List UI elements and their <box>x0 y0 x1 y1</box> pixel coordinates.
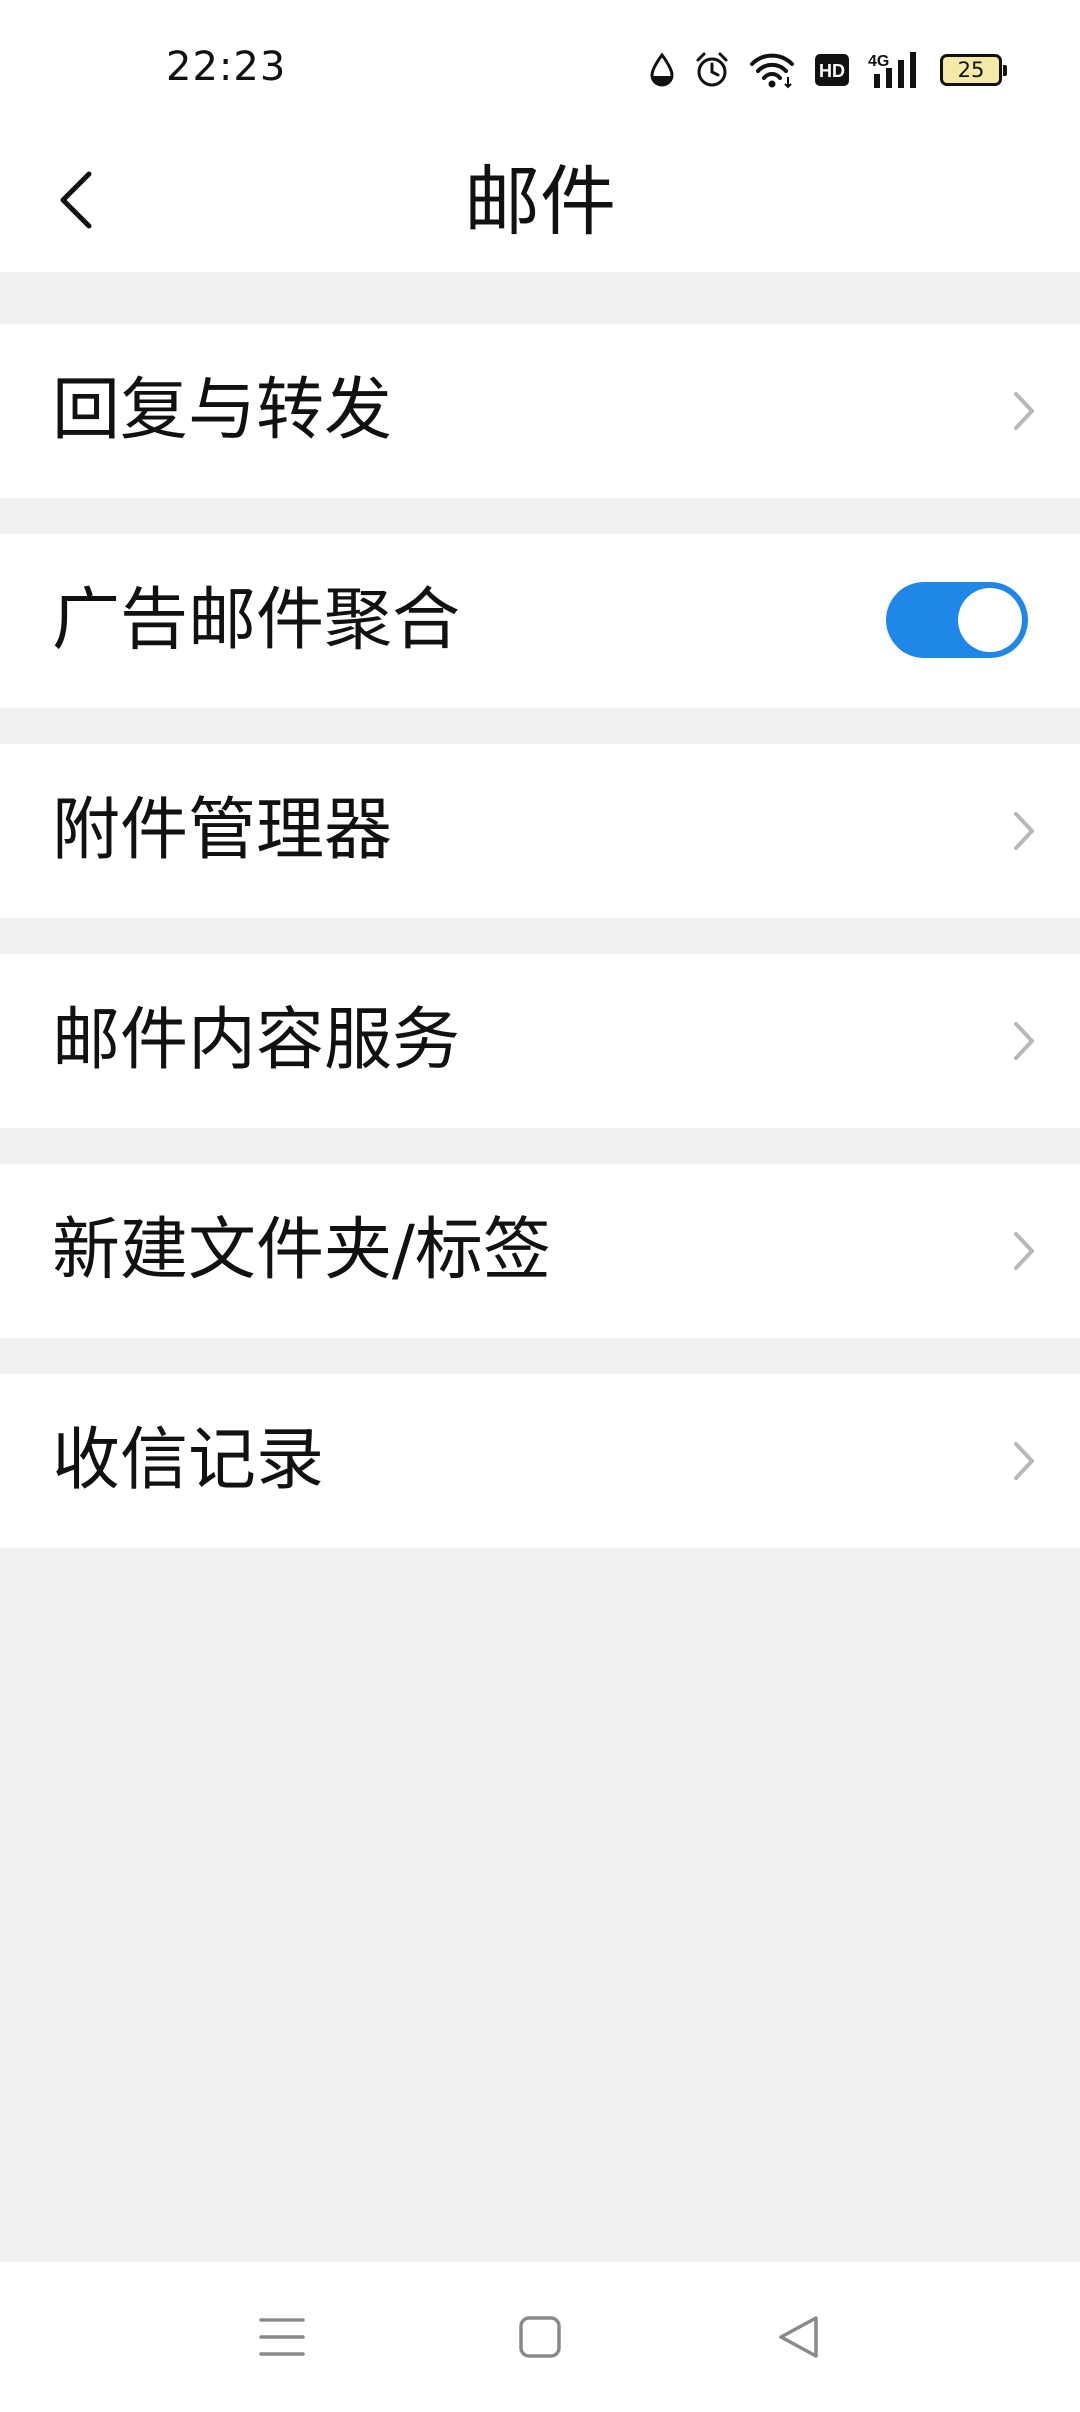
page-title: 邮件 <box>464 157 616 246</box>
setting-receive-log[interactable]: 收信记录 <box>0 1374 1080 1548</box>
header: 邮件 <box>0 130 1080 272</box>
setting-label: 附件管理器 <box>52 791 393 870</box>
ad-mail-aggregation-toggle[interactable] <box>886 582 1028 658</box>
alarm-icon <box>694 51 730 89</box>
setting-ad-mail-aggregation: 广告邮件聚合 <box>0 534 1080 708</box>
setting-label: 广告邮件聚合 <box>52 581 461 660</box>
svg-text:HD: HD <box>819 61 845 81</box>
home-button[interactable] <box>500 2302 580 2372</box>
recent-apps-button[interactable] <box>242 2302 322 2372</box>
status-icons: HD 4G 25 <box>648 46 1007 94</box>
setting-attachment-manager[interactable]: 附件管理器 <box>0 744 1080 918</box>
back-triangle-icon <box>779 2316 818 2358</box>
chevron-right-icon <box>1014 1022 1034 1060</box>
setting-label: 邮件内容服务 <box>52 1001 461 1080</box>
home-icon <box>519 2316 561 2358</box>
setting-label: 新建文件夹/标签 <box>52 1211 551 1290</box>
system-nav-bar <box>0 2262 1080 2412</box>
status-bar: 22:23 HD 4G 25 <box>0 0 1080 130</box>
svg-text:4G: 4G <box>868 53 889 70</box>
chevron-right-icon <box>1014 1232 1034 1270</box>
hd-icon: HD <box>814 53 850 87</box>
setting-mail-content-service[interactable]: 邮件内容服务 <box>0 954 1080 1128</box>
status-time: 22:23 <box>166 44 287 90</box>
system-back-button[interactable] <box>758 2302 838 2372</box>
setting-new-folder-label[interactable]: 新建文件夹/标签 <box>0 1164 1080 1338</box>
setting-label: 收信记录 <box>52 1421 325 1500</box>
chevron-right-icon <box>1014 812 1034 850</box>
menu-icon <box>259 2318 305 2356</box>
setting-label: 回复与转发 <box>52 371 393 450</box>
chevron-right-icon <box>1014 1442 1034 1480</box>
battery-level: 25 <box>957 58 985 82</box>
4g-signal-icon: 4G <box>868 50 922 90</box>
toggle-knob <box>958 588 1022 652</box>
wifi-icon <box>748 51 796 89</box>
battery-indicator: 25 <box>940 54 1007 86</box>
water-drop-icon <box>648 52 676 88</box>
setting-reply-forward[interactable]: 回复与转发 <box>0 324 1080 498</box>
chevron-right-icon <box>1014 392 1034 430</box>
